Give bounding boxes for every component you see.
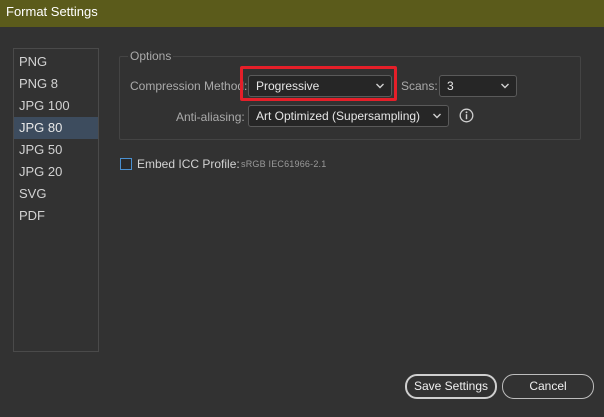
chevron-down-icon [501, 83, 509, 89]
format-item-jpg20[interactable]: JPG 20 [14, 161, 98, 183]
format-item-jpg100[interactable]: JPG 100 [14, 95, 98, 117]
format-item-svg[interactable]: SVG [14, 183, 98, 205]
format-settings-dialog: Format Settings PNG PNG 8 JPG 100 JPG 80… [0, 0, 604, 417]
format-item-pdf[interactable]: PDF [14, 205, 98, 227]
compression-method-label: Compression Method: [130, 79, 248, 93]
save-settings-button[interactable]: Save Settings [405, 374, 497, 399]
compression-highlight-box [240, 66, 397, 101]
embed-icc-checkbox[interactable] [120, 158, 132, 170]
cancel-button[interactable]: Cancel [502, 374, 594, 399]
scans-select[interactable]: 3 [439, 75, 517, 97]
anti-aliasing-value: Art Optimized (Supersampling) [256, 109, 421, 123]
window-title: Format Settings [0, 0, 604, 27]
scans-value: 3 [447, 79, 454, 93]
anti-aliasing-label: Anti-aliasing: [176, 110, 245, 124]
chevron-down-icon [433, 113, 441, 119]
format-item-jpg80[interactable]: JPG 80 [14, 117, 98, 139]
scans-label: Scans: [401, 79, 438, 93]
format-item-png[interactable]: PNG [14, 51, 98, 73]
embed-icc-label: Embed ICC Profile: [137, 157, 240, 171]
format-item-png8[interactable]: PNG 8 [14, 73, 98, 95]
format-item-jpg50[interactable]: JPG 50 [14, 139, 98, 161]
options-title: Options [128, 49, 174, 63]
format-list: PNG PNG 8 JPG 100 JPG 80 JPG 50 JPG 20 S… [13, 48, 99, 352]
icc-profile-value: sRGB IEC61966-2.1 [241, 159, 327, 169]
anti-aliasing-select[interactable]: Art Optimized (Supersampling) [248, 105, 449, 127]
info-icon[interactable] [459, 108, 474, 123]
